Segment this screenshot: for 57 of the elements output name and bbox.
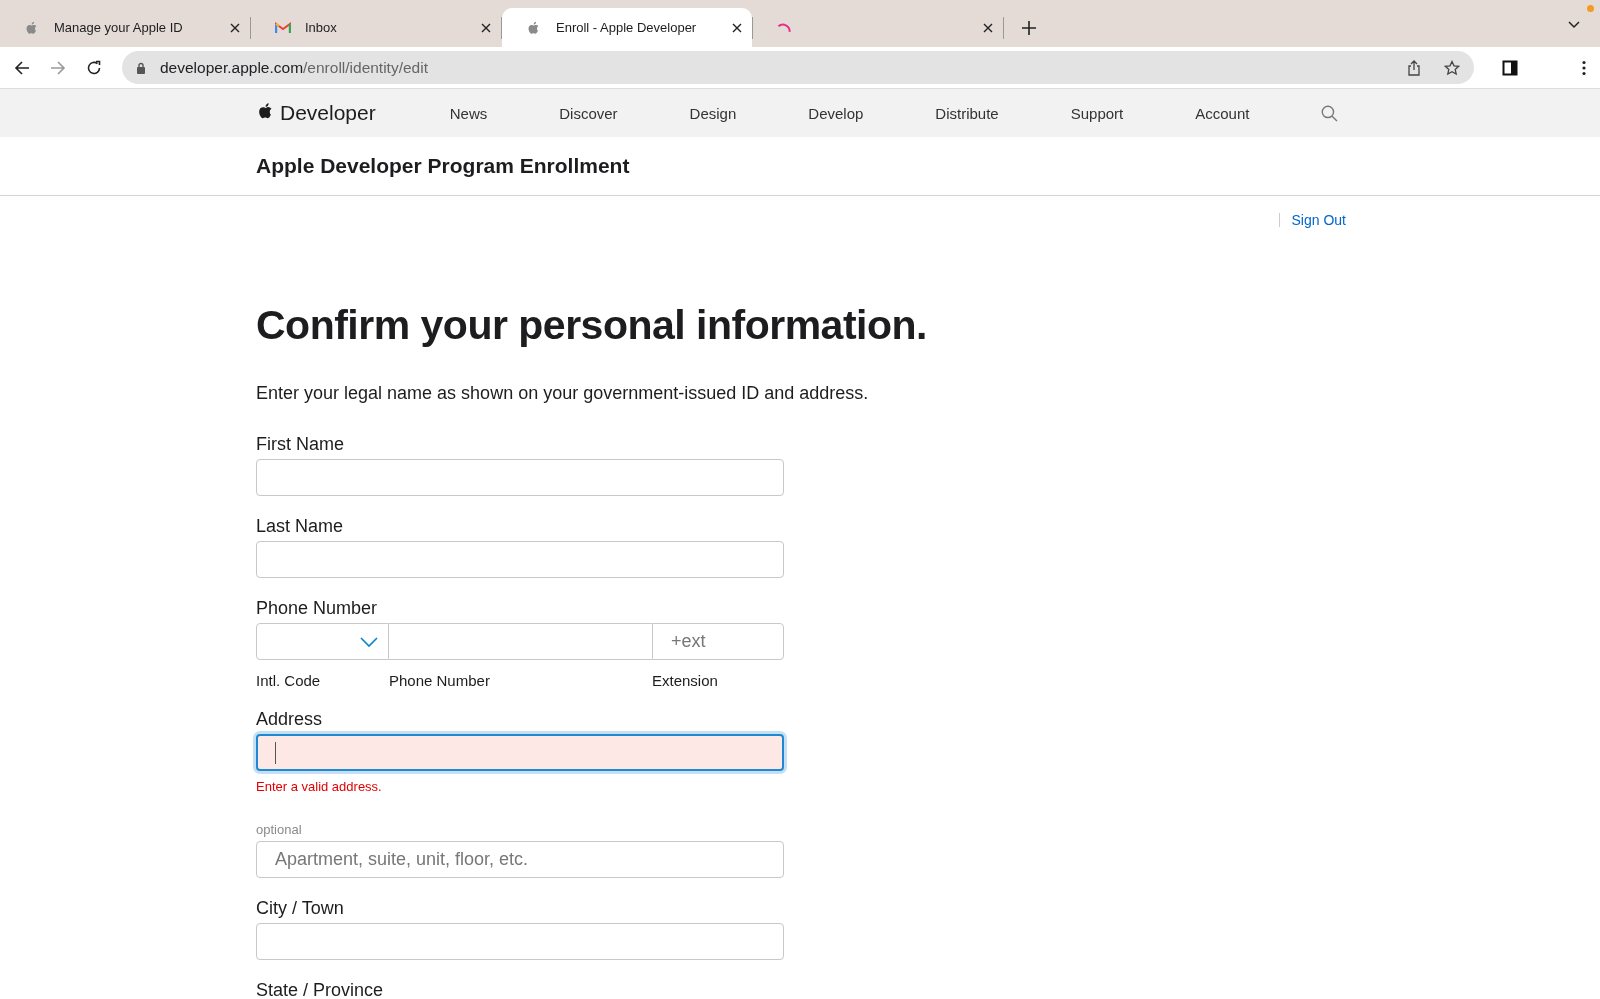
text-field[interactable] [256,459,784,496]
nav-link[interactable]: Develop [808,104,864,122]
field-label: City / Town [256,898,345,919]
new-tab-icon[interactable] [1022,20,1036,35]
sign-out-link[interactable]: Sign Out [1291,212,1346,228]
optional-note: optional [256,822,303,837]
forward-icon[interactable] [50,59,66,76]
nav-link[interactable]: Distribute [935,104,999,122]
error-message: Enter a valid address. [256,779,383,794]
browser-tab[interactable]: Inbox [251,8,501,47]
close-icon[interactable] [732,22,742,33]
mail-icon [275,19,291,36]
page-heading: Confirm your personal information. [256,302,928,349]
star-icon[interactable] [1444,59,1460,76]
field-caption: Phone Number [389,672,491,689]
text-field[interactable] [256,734,784,771]
field-caption: Intl. Code [256,672,322,689]
search-icon[interactable] [1321,104,1339,122]
loading-spinner-icon [777,22,791,33]
nav-link[interactable]: Support [1070,104,1124,122]
share-icon[interactable] [1406,59,1422,76]
tab-title: Enroll - Apple Developer [556,20,697,35]
more-menu-icon[interactable] [1582,59,1586,76]
reload-icon[interactable] [86,59,102,76]
field-label: State / Province [256,980,385,999]
text-field[interactable] [256,923,784,960]
close-icon[interactable] [481,22,491,33]
tab-title: Inbox [305,20,337,35]
field-label: Last Name [256,516,345,537]
site-logo-link[interactable]: Developer [280,101,376,125]
nav-link[interactable]: Design [689,104,737,122]
back-icon[interactable] [14,59,30,76]
close-icon[interactable] [230,22,240,33]
nav-link[interactable]: Account [1195,104,1250,122]
extension-field[interactable]: +ext [652,623,784,660]
field-label: Phone Number [256,598,379,619]
nav-link[interactable]: Discover [559,104,618,122]
nav-link[interactable]: News [449,104,488,122]
chevron-down-icon[interactable] [1568,21,1580,29]
page-title: Apple Developer Program Enrollment [256,154,630,177]
field-label: First Name [256,434,345,455]
tab-title: Manage your Apple ID [54,20,183,35]
address-bar[interactable]: developer.apple.com/enroll/identity/edit [122,51,1474,84]
text-field[interactable] [256,541,784,578]
intro-text: Enter your legal name as shown on your government-issued ID and address. [256,383,870,404]
phone-number-field[interactable] [389,623,652,660]
text-field[interactable]: Apartment, suite, unit, floor, etc. [256,841,784,878]
lock-icon [136,61,146,74]
url-text: developer.apple.com/enroll/identity/edit [160,58,428,77]
browser-tab[interactable]: Manage your Apple ID [0,8,250,47]
chevron-down-icon [360,636,378,647]
browser-tab[interactable]: Enroll - Apple Developer [502,8,752,47]
notification-dot-icon [1587,5,1594,12]
field-caption: Extension [652,672,718,689]
field-label: Address [256,709,324,730]
side-panel-icon[interactable] [1502,59,1518,76]
close-icon[interactable] [983,22,993,33]
